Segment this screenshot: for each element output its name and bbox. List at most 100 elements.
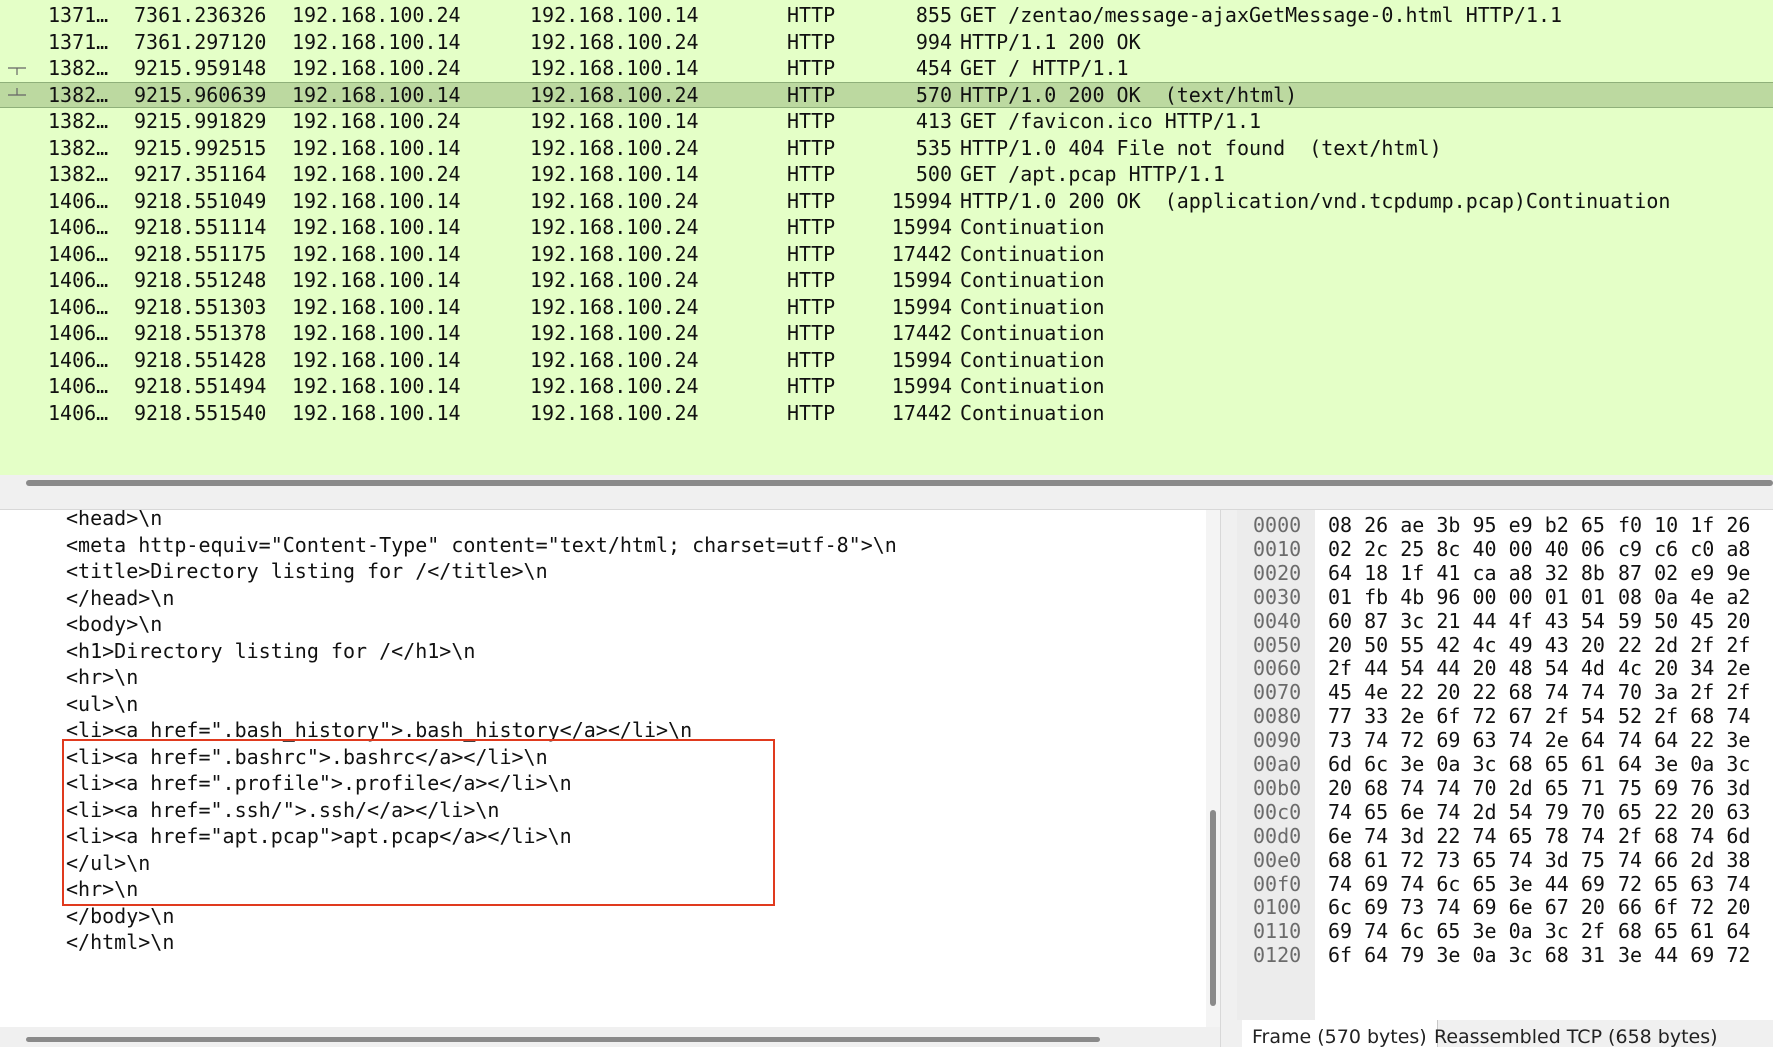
packet-destination: 192.168.100.24 [530,241,699,266]
packet-row[interactable]: 1371… 7361.236326 192.168.100.24 192.168.10… [0,2,1773,29]
packet-info: HTTP/1.0 200 OK (application/vnd.tcpdump… [960,188,1671,213]
text-line: </ul>\n [66,850,151,875]
packet-info: Continuation [960,347,1105,372]
packet-protocol: HTTP [787,188,836,213]
packet-row[interactable]: 1406… 9218.551175 192.168.100.14 192.168.10… [0,241,1773,268]
packet-row[interactable]: 1382… 9215.992515 192.168.100.14 192.168.10… [0,135,1773,162]
text-line: </html>\n [66,930,175,954]
packet-row[interactable]: 1382… 9215.991829 192.168.100.24 192.168.10… [0,108,1773,135]
hex-bytes[interactable]: 3e 44 69 72 [1618,942,1750,969]
text-line: <li><a href=".ssh/">.ssh/</a></li>\n [66,797,500,822]
packet-row[interactable]: 1406… 9218.551378 192.168.100.14 192.168.10… [0,320,1773,347]
packet-row[interactable]: 1382… 9215.959148 192.168.100.24 192.168.10… [0,55,1773,82]
pane-divider[interactable] [1220,510,1237,1047]
text-pane-vertical-scrollbar[interactable] [1206,510,1220,1027]
packet-time: 9218.551378 [134,321,267,345]
packet-number: 1382… [48,109,109,133]
packet-info: HTTP/1.0 404 File not found (text/html) [960,135,1442,160]
packet-time: 9218.551540 [134,400,267,425]
packet-protocol: HTTP [787,374,836,398]
packet-source: 192.168.100.14 [292,321,461,345]
packet-list-scroll-thumb[interactable] [26,480,1773,486]
text-pane-hscroll-thumb[interactable] [26,1037,1100,1042]
packet-time: 9218.551428 [134,347,267,372]
packet-destination: 192.168.100.24 [530,268,699,292]
text-pane-scroll-thumb[interactable] [1210,810,1216,1006]
packet-time: 9218.551049 [134,188,267,213]
packet-row[interactable]: 1406… 9218.551303 192.168.100.14 192.168.10… [0,294,1773,321]
packet-number: 1382… [48,135,109,160]
packet-info: Continuation [960,215,1105,239]
text-pane-horizontal-scrollbar[interactable] [0,1027,1220,1047]
packet-length: 17442 [891,241,952,266]
tab-reassembled-tcp[interactable]: Reassembled TCP (658 bytes) [1424,1020,1728,1048]
packet-length: 570 [915,82,952,107]
text-line: <h1>Directory listing for /</h1>\n [66,638,476,663]
packet-row[interactable]: 1406… 9218.551248 192.168.100.14 192.168.10… [0,267,1773,294]
packet-destination: 192.168.100.24 [530,347,699,372]
text-line: <ul>\n [66,691,139,716]
packet-source: 192.168.100.14 [292,374,461,398]
packet-row[interactable]: 1406… 9218.551428 192.168.100.14 192.168.10… [0,347,1773,374]
packet-length: 15994 [891,188,952,213]
packet-length: 15994 [891,268,952,292]
packet-source: 192.168.100.14 [292,188,461,213]
packet-list-horizontal-scrollbar[interactable] [0,475,1773,491]
hex-dump-pane[interactable]: 0000 0010 0020 0030 0040 0050 0060 0070 0080 0090… [1237,510,1773,1020]
packet-number: 1406… [48,215,109,239]
text-line: <li><a href=".profile">.profile</a></li>… [66,771,572,795]
packet-source: 192.168.100.14 [292,29,461,54]
packet-info: GET /favicon.ico HTTP/1.1 [960,109,1262,133]
packet-destination: 192.168.100.14 [530,109,699,133]
packet-destination: 192.168.100.24 [530,321,699,345]
pane-splitter[interactable] [0,491,1773,510]
packet-number: 1382… [48,56,109,80]
packet-destination: 192.168.100.14 [530,56,699,80]
packet-destination: 192.168.100.24 [530,294,699,319]
packet-time: 9215.959148 [134,56,267,80]
packet-row[interactable]: 1382… 9217.351164 192.168.100.24 192.168.10… [0,161,1773,188]
text-line: <meta http-equiv="Content-Type" content=… [66,532,897,557]
packet-protocol: HTTP [787,109,836,133]
packet-number: 1406… [48,241,109,266]
packet-row[interactable]: 1382… 9215.960639 192.168.100.14 192.168.10… [0,81,1773,108]
packet-length: 454 [915,56,952,80]
packet-length: 15994 [891,347,952,372]
packet-row[interactable]: 1406… 9218.551114 192.168.100.14 192.168.10… [0,214,1773,241]
packet-source: 192.168.100.24 [292,109,461,133]
related-packet-response-icon [8,87,26,96]
packet-time: 9218.551303 [134,294,267,319]
packet-length: 17442 [891,400,952,425]
tab-frame[interactable]: Frame (570 bytes) [1242,1020,1438,1048]
packet-destination: 192.168.100.24 [530,400,699,425]
packet-protocol: HTTP [787,135,836,160]
packet-bytes-text-pane[interactable]: <head>\n <meta http-equiv="Content-Type" … [0,510,1212,1027]
packet-source: 192.168.100.14 [292,82,461,107]
packet-row[interactable]: 1406… 9218.551540 192.168.100.14 192.168.10… [0,400,1773,427]
packet-source: 192.168.100.14 [292,241,461,266]
packet-destination: 192.168.100.24 [530,188,699,213]
packet-source: 192.168.100.14 [292,135,461,160]
packet-source: 192.168.100.24 [292,56,461,80]
related-packet-request-icon [8,67,26,75]
packet-source: 192.168.100.14 [292,400,461,425]
packet-destination: 192.168.100.24 [530,29,699,54]
bytes-tab-bar: Frame (570 bytes) Reassembled TCP (658 b… [1228,1020,1773,1048]
packet-time: 9218.551114 [134,215,267,239]
packet-row[interactable]: 1371… 7361.297120 192.168.100.14 192.168.10… [0,29,1773,56]
packet-number: 1406… [48,268,109,292]
hex-offset: 0120 [1253,943,1302,968]
packet-info: HTTP/1.1 200 OK [960,29,1141,54]
packet-source: 192.168.100.24 [292,162,461,186]
packet-protocol: HTTP [787,400,836,425]
packet-row[interactable]: 1406… 9218.551494 192.168.100.14 192.168.10… [0,373,1773,400]
packet-length: 15994 [891,374,952,398]
packet-info: Continuation [960,400,1105,425]
packet-destination: 192.168.100.24 [530,135,699,160]
packet-row[interactable]: 1406… 9218.551049 192.168.100.14 192.168.10… [0,188,1773,215]
packet-length: 413 [915,109,952,133]
packet-list[interactable]: 1371… 7361.236326 192.168.100.24 192.168.10… [0,0,1773,475]
hex-bytes[interactable]: 6f 64 79 3e 0a 3c 68 31 [1328,942,1605,969]
packet-protocol: HTTP [787,321,836,345]
packet-protocol: HTTP [787,347,836,372]
